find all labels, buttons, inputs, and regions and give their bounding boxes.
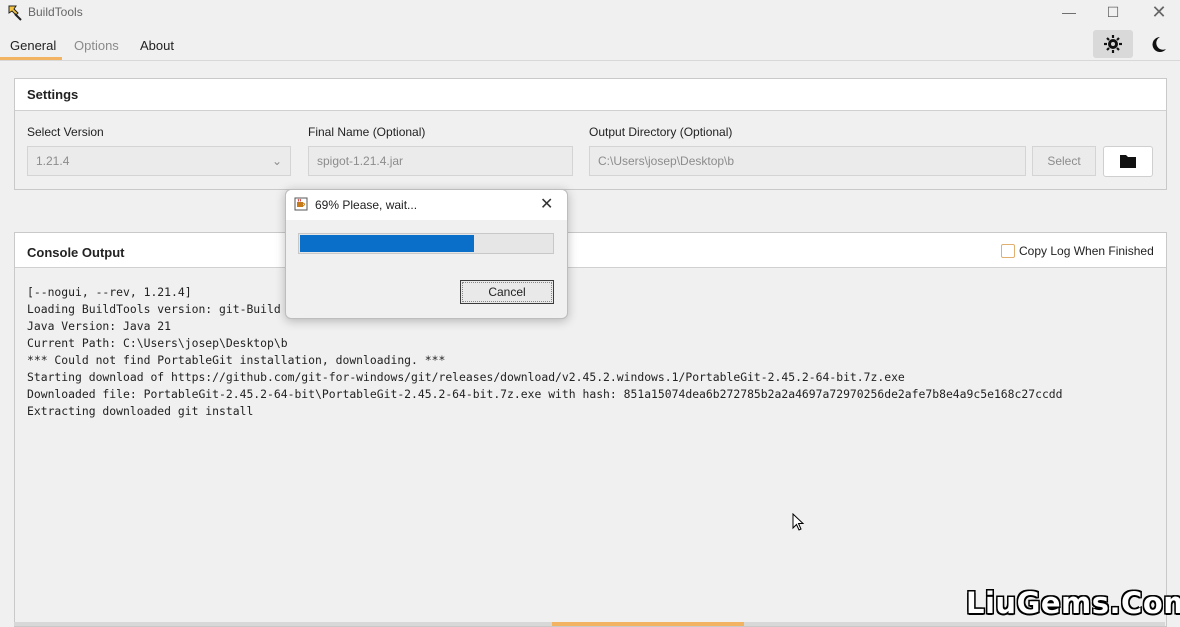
console-header: Console Output Copy Log When Finished (15, 233, 1166, 268)
dialog-title: 69% Please, wait... (315, 198, 418, 212)
copy-log-label: Copy Log When Finished (1019, 244, 1154, 258)
tab-options[interactable]: Options (74, 38, 119, 53)
cancel-button[interactable]: Cancel (460, 280, 554, 304)
copy-log-checkbox[interactable] (1001, 244, 1015, 258)
minimize-button[interactable]: — (1046, 0, 1092, 26)
console-line: *** Could not find PortableGit installat… (27, 353, 446, 367)
console-line: Downloaded file: PortableGit-2.45.2-64-b… (27, 387, 1063, 401)
focus-outline (462, 282, 552, 302)
tab-about[interactable]: About (140, 38, 174, 53)
watermark: LiuGems.Com (966, 586, 1180, 620)
title-bar: BuildTools — ☐ ✕ (0, 0, 1180, 26)
version-value: 1.21.4 (36, 154, 70, 168)
final-name-label: Final Name (Optional) (308, 125, 426, 139)
java-cup-icon (294, 197, 308, 211)
dialog-title-bar: 69% Please, wait... ✕ (286, 190, 567, 220)
close-icon[interactable]: ✕ (540, 194, 553, 214)
tab-bar: General Options About (0, 28, 1180, 61)
folder-icon (1120, 155, 1136, 168)
final-name-field[interactable]: spigot-1.21.4.jar (308, 146, 573, 176)
version-select[interactable]: 1.21.4 ⌄ (27, 146, 291, 176)
console-line: Extracting downloaded git install (27, 404, 254, 418)
settings-title: Settings (27, 87, 79, 102)
mouse-cursor-icon (792, 513, 805, 531)
console-line: Starting download of https://github.com/… (27, 370, 905, 384)
console-panel: Console Output Copy Log When Finished [-… (14, 232, 1167, 627)
settings-panel: Settings Select Version 1.21.4 ⌄ Final N… (14, 78, 1167, 190)
console-line: Current Path: C:\Users\josep\Desktop\b (27, 336, 288, 350)
progress-fill (300, 235, 474, 252)
light-theme-button[interactable] (1093, 30, 1133, 58)
close-window-button[interactable]: ✕ (1136, 0, 1180, 26)
tab-general[interactable]: General (10, 38, 56, 53)
buildtools-logo-icon (8, 5, 22, 21)
console-line: Java Version: Java 21 (27, 319, 172, 333)
sun-icon (1104, 35, 1122, 53)
console-title: Console Output (27, 245, 125, 260)
open-folder-button[interactable] (1103, 146, 1153, 177)
window-title: BuildTools (28, 5, 83, 19)
chevron-down-icon: ⌄ (271, 154, 282, 168)
dark-theme-button[interactable] (1138, 30, 1178, 58)
progress-dialog: 69% Please, wait... ✕ Cancel (285, 189, 568, 319)
progress-bar (298, 233, 554, 254)
settings-header: Settings (15, 79, 1166, 111)
select-dir-button[interactable]: Select (1032, 146, 1096, 176)
moon-icon (1152, 37, 1166, 52)
version-label: Select Version (27, 125, 104, 139)
output-dir-field[interactable]: C:\Users\josep\Desktop\b (589, 146, 1026, 176)
output-dir-label: Output Directory (Optional) (589, 125, 733, 139)
active-tab-indicator (0, 57, 62, 60)
maximize-button[interactable]: ☐ (1090, 0, 1136, 26)
bottom-scroll-thumb[interactable] (552, 622, 744, 626)
